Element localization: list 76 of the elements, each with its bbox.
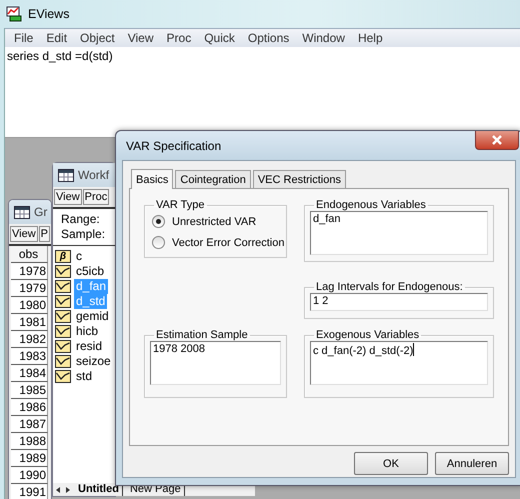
object-name[interactable]: hicb bbox=[74, 324, 100, 339]
menu-item[interactable]: File bbox=[9, 31, 42, 45]
menu-item[interactable]: Options bbox=[242, 31, 298, 45]
table-cell: 1978 bbox=[11, 263, 48, 280]
table-icon bbox=[58, 168, 74, 182]
object-name[interactable]: resid bbox=[74, 339, 104, 354]
tab[interactable]: VEC Restrictions bbox=[252, 170, 346, 188]
group-label: Endogenous Variables bbox=[315, 199, 427, 211]
series-icon bbox=[55, 355, 71, 368]
series-icon bbox=[55, 325, 71, 338]
tab[interactable]: Cointegration bbox=[175, 170, 251, 188]
series-icon bbox=[55, 265, 71, 278]
group-label: Lag Intervals for Endogenous: bbox=[315, 281, 464, 293]
series-icon bbox=[55, 310, 71, 323]
menu-item[interactable]: Window bbox=[297, 31, 353, 45]
toolbar-button[interactable]: View bbox=[54, 189, 82, 205]
command-window[interactable]: series d_std =d(std) bbox=[5, 47, 520, 138]
window-title: Workf bbox=[78, 168, 110, 182]
close-button[interactable] bbox=[475, 131, 519, 150]
series-icon bbox=[55, 370, 71, 383]
table-cell: 1980 bbox=[11, 297, 48, 314]
object-name[interactable]: c5icb bbox=[74, 264, 106, 279]
table-cell: 1985 bbox=[11, 382, 48, 399]
table-cell: 1986 bbox=[11, 399, 48, 416]
close-icon bbox=[491, 135, 503, 145]
coefficient-icon: β bbox=[55, 250, 71, 263]
text-field[interactable]: 1978 2008 bbox=[150, 341, 281, 385]
app-icon bbox=[6, 6, 22, 22]
menu-item[interactable]: Object bbox=[75, 31, 123, 45]
column-header: obs bbox=[11, 246, 48, 263]
table-cell: 1984 bbox=[11, 365, 48, 382]
dialog-title: VAR Specification bbox=[126, 138, 222, 152]
toolbar-button[interactable]: P bbox=[38, 226, 50, 242]
radio-label[interactable]: Vector Error Correction bbox=[172, 236, 284, 248]
table-cell: 1989 bbox=[11, 450, 48, 467]
series-icon bbox=[55, 280, 71, 293]
table-cell: 1987 bbox=[11, 416, 48, 433]
table-icon bbox=[14, 206, 30, 218]
text-field[interactable]: d_fan bbox=[310, 211, 488, 255]
menu-item[interactable]: Quick bbox=[199, 31, 243, 45]
table-cell: 1981 bbox=[11, 314, 48, 331]
dialog-button[interactable]: Annuleren bbox=[435, 452, 509, 475]
toolbar-button[interactable]: View bbox=[10, 226, 38, 242]
table-cell: 1990 bbox=[11, 467, 48, 484]
menu-item[interactable]: Edit bbox=[41, 31, 76, 45]
radio-button[interactable] bbox=[152, 236, 165, 249]
menu-item[interactable]: Proc bbox=[162, 31, 200, 45]
menu-item[interactable]: View bbox=[122, 31, 162, 45]
group-label: Estimation Sample bbox=[155, 329, 249, 341]
table-cell: 1983 bbox=[11, 348, 48, 365]
radio-button[interactable] bbox=[152, 215, 165, 228]
text-field[interactable]: c d_fan(-2) d_std(-2) bbox=[310, 341, 488, 385]
object-name[interactable]: gemid bbox=[74, 309, 111, 324]
series-icon bbox=[55, 340, 71, 353]
text-field[interactable]: 1 2 bbox=[310, 293, 488, 311]
command-text: series d_std =d(std) bbox=[7, 49, 113, 63]
dialog-button[interactable]: OK bbox=[354, 452, 428, 475]
toolbar-button[interactable]: Proc bbox=[82, 189, 110, 205]
object-name[interactable]: c bbox=[74, 249, 84, 264]
series-icon bbox=[55, 295, 71, 308]
menu-item[interactable]: Help bbox=[352, 31, 391, 45]
object-name[interactable]: std bbox=[74, 369, 94, 384]
range-label: Range: bbox=[61, 212, 101, 227]
scroll-arrows-icon[interactable] bbox=[55, 486, 71, 494]
group-label: VAR Type bbox=[155, 199, 206, 211]
window-title: EViews bbox=[28, 7, 70, 21]
table-cell: 1988 bbox=[11, 433, 48, 450]
table-cell: 1991 bbox=[11, 484, 48, 499]
radio-label[interactable]: Unrestricted VAR bbox=[172, 216, 256, 228]
object-name[interactable]: seizoe bbox=[74, 354, 113, 369]
window-title: Gr bbox=[34, 205, 48, 219]
group-label: Exogenous Variables bbox=[315, 329, 420, 341]
sample-label: Sample: bbox=[61, 227, 106, 242]
table-cell: 1982 bbox=[11, 331, 48, 348]
tab[interactable]: Basics bbox=[131, 169, 174, 189]
table-cell: 1979 bbox=[11, 280, 48, 297]
